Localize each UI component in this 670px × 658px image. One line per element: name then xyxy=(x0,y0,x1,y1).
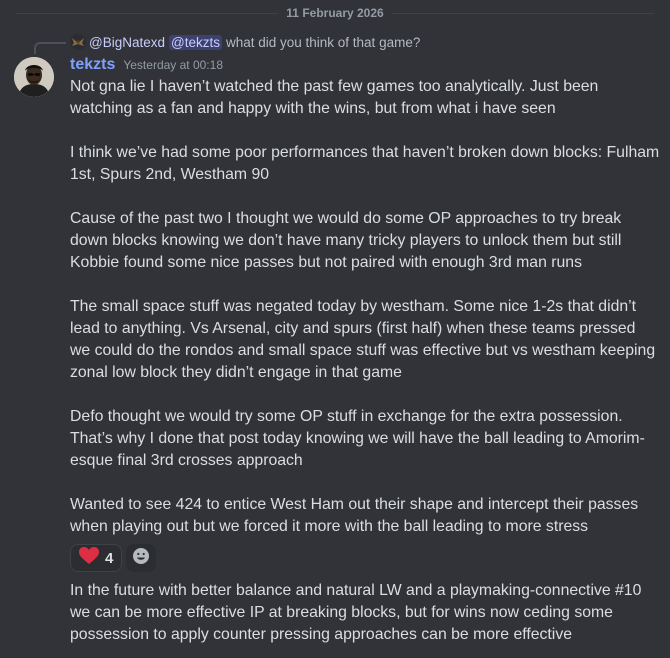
reply-spine xyxy=(34,42,66,54)
reaction-heart[interactable]: 4 xyxy=(70,544,123,572)
message-paragraph: Defo thought we would try some OP stuff … xyxy=(70,408,645,469)
message-paragraph: Wanted to see 424 to entice West Ham out… xyxy=(70,496,639,535)
message-paragraph: The small space stuff was negated today … xyxy=(70,298,656,381)
add-reaction-button[interactable] xyxy=(126,544,157,572)
divider-line-left xyxy=(16,12,279,14)
reactions-bar: 4 xyxy=(70,543,157,573)
reply-mention[interactable]: @tekzts xyxy=(169,34,222,50)
message-paragraph: Cause of the past two I thought we would… xyxy=(70,210,622,271)
smiley-plus-icon xyxy=(132,547,150,570)
date-divider: 11 February 2026 xyxy=(16,3,654,23)
reply-avatar-icon[interactable] xyxy=(70,34,86,50)
date-label: 11 February 2026 xyxy=(286,6,384,20)
reply-author[interactable]: @BigNatexd xyxy=(89,35,165,50)
timestamp[interactable]: Yesterday at 00:18 xyxy=(123,58,223,72)
username[interactable]: tekzts xyxy=(70,56,115,74)
message-paragraph: Not gna lie I haven’t watched the past f… xyxy=(70,78,599,117)
reply-text[interactable]: what did you think of that game? xyxy=(226,35,420,50)
reaction-count: 4 xyxy=(105,549,114,567)
avatar[interactable] xyxy=(14,57,54,97)
reply-preview[interactable]: @BigNatexd @tekzts what did you think of… xyxy=(70,33,420,51)
message-header: tekzts Yesterday at 00:18 xyxy=(70,56,223,78)
followup-message: In the future with better balance and na… xyxy=(70,582,642,643)
message-paragraph: I think we’ve had some poor performances… xyxy=(70,144,660,183)
divider-line-right xyxy=(391,12,654,14)
message-content: Not gna lie I haven’t watched the past f… xyxy=(70,76,660,538)
heart-icon xyxy=(79,546,99,570)
